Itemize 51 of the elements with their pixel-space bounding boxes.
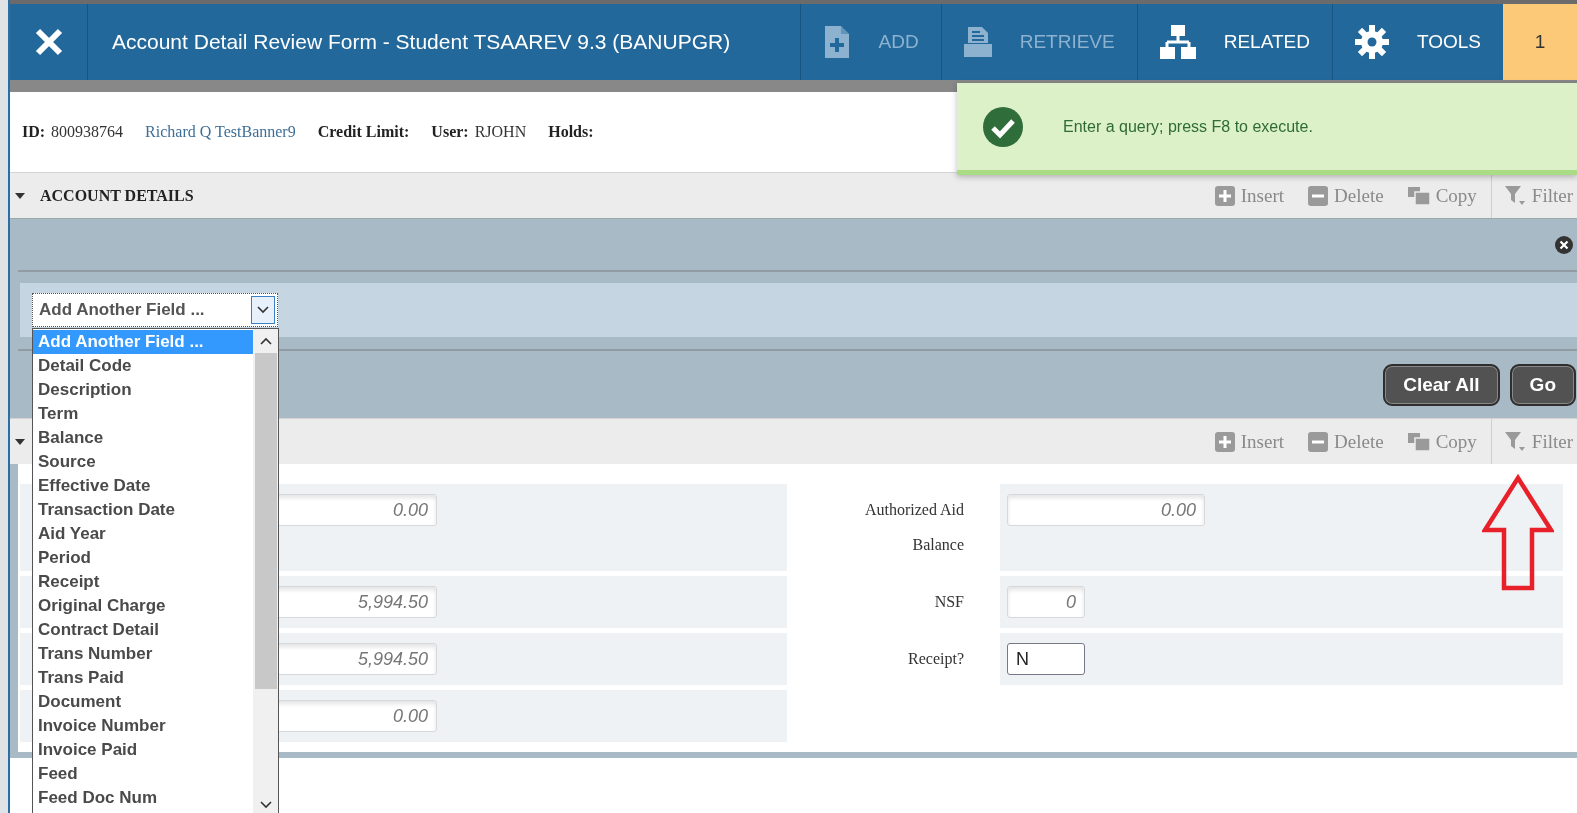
check-circle-icon bbox=[983, 106, 1023, 147]
settings-icon bbox=[1354, 25, 1389, 59]
dropdown-option[interactable]: Feed bbox=[33, 762, 253, 786]
chevron-up-icon bbox=[259, 337, 272, 345]
close-icon[interactable] bbox=[1555, 235, 1573, 254]
section-title: ACCOUNT DETAILS bbox=[40, 186, 194, 205]
info-label: ID: bbox=[22, 123, 46, 141]
notification-message: Enter a query; press F8 to execute. bbox=[1063, 117, 1313, 136]
dropdown-option[interactable]: Detail Code bbox=[33, 354, 253, 378]
dropdown-option[interactable]: Term bbox=[33, 402, 253, 426]
window-title: Account Detail Review Form - Student TSAAREV 9.3 (BANUPGR) bbox=[111, 29, 732, 55]
dropdown-option[interactable]: Description bbox=[33, 378, 253, 402]
info-label: User: bbox=[431, 123, 469, 141]
document-tray-icon bbox=[963, 27, 992, 57]
scrollbar[interactable] bbox=[253, 329, 278, 813]
input-field[interactable]: 0.00 bbox=[1007, 494, 1205, 526]
info-value: RJOHN bbox=[474, 123, 527, 141]
field-label: Authorized Aid Balance bbox=[863, 500, 964, 555]
field-label: Receipt? bbox=[908, 649, 964, 670]
info-label: Credit Limit: bbox=[317, 123, 410, 141]
info-value: 800938764 bbox=[51, 123, 124, 141]
dropdown-option[interactable]: Balance bbox=[33, 426, 253, 450]
close-icon bbox=[34, 28, 63, 56]
dropdown-option[interactable]: Period bbox=[33, 546, 253, 570]
filter-icon bbox=[1503, 430, 1526, 453]
notification-count-badge[interactable]: 1 bbox=[1503, 4, 1577, 80]
collapse-triangle-icon[interactable] bbox=[14, 190, 28, 201]
filter-icon bbox=[1503, 184, 1526, 207]
dropdown-option[interactable]: Feed Doc Num bbox=[33, 786, 253, 810]
plus-square-icon bbox=[1214, 185, 1235, 206]
field-select[interactable]: Add Another Field ... bbox=[32, 293, 278, 327]
plus-square-icon bbox=[1214, 431, 1235, 452]
chevron-down-icon bbox=[259, 801, 272, 809]
input-field[interactable]: N bbox=[1007, 643, 1085, 675]
clear-all-button[interactable]: Clear All bbox=[1383, 363, 1500, 406]
info-label: Holds: bbox=[548, 123, 594, 141]
field-label: NSF bbox=[934, 592, 964, 612]
copy-icon bbox=[1407, 432, 1430, 451]
student-name-link[interactable]: Richard Q TestBanner9 bbox=[145, 123, 296, 141]
minus-square-icon bbox=[1308, 185, 1329, 206]
input-field[interactable]: 0 bbox=[1007, 586, 1085, 618]
dropdown-option[interactable]: Source bbox=[33, 450, 253, 474]
collapse-triangle-icon[interactable] bbox=[14, 436, 28, 447]
document-plus-icon bbox=[822, 26, 851, 58]
dropdown-option[interactable]: Contract Detail bbox=[33, 618, 253, 642]
dropdown-option[interactable]: Invoice Paid bbox=[33, 738, 253, 762]
copy-icon bbox=[1407, 186, 1430, 205]
minus-square-icon bbox=[1308, 431, 1329, 452]
hierarchy-icon bbox=[1159, 25, 1196, 59]
go-button[interactable]: Go bbox=[1509, 363, 1576, 406]
chevron-down-icon bbox=[257, 306, 269, 314]
